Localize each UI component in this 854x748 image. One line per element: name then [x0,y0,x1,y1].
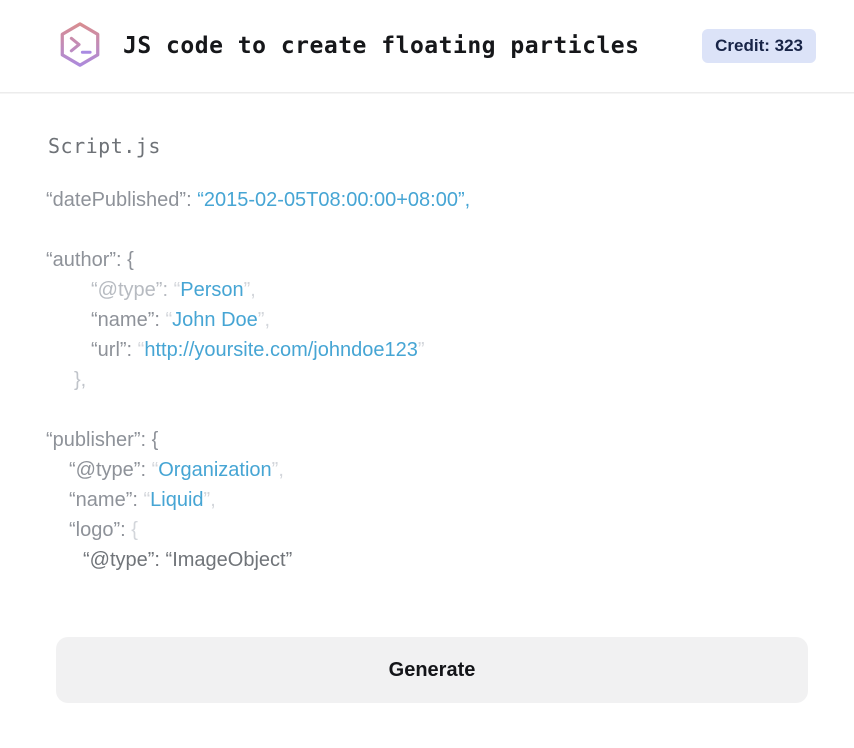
code-token: John Doe [172,309,258,331]
code-token: “logo” [69,519,121,541]
code-token: : [162,279,174,301]
code-output: “datePublished”: “2015-02-05T08:00:00+08… [46,185,814,575]
code-token: Person [180,279,244,301]
code-line: “@type”: “Person”, [46,275,814,305]
file-title: Script.js [48,134,161,158]
terminal-hexagon-icon [57,21,103,71]
code-line: }, [46,365,814,395]
code-token: “publisher” [46,429,141,451]
code-token: , [210,489,216,511]
code-line: “logo”: { [46,515,814,545]
code-token: { [131,519,138,541]
code-token: “2015-02-05T08:00:00+08:00”, [197,189,471,211]
code-token: Liquid [150,489,204,511]
header: JS code to create floating particles Cre… [0,0,854,93]
code-token: : [120,519,132,541]
code-token: }, [74,369,87,391]
code-token: “@type”: “ImageObject” [83,549,293,571]
generate-button[interactable]: Generate [56,637,808,703]
code-token: “@type” [69,459,141,481]
code-line: “name”: “Liquid”, [46,485,814,515]
code-token: : { [140,429,159,451]
code-line: “author”: { [46,245,814,275]
code-token: “name” [69,489,133,511]
code-token: ” [417,339,425,361]
code-token: Organization [158,459,272,481]
credit-badge: Credit: 323 [702,29,816,63]
code-line: “url”: “http://yoursite.com/johndoe123” [46,335,814,365]
page-title: JS code to create floating particles [123,33,640,59]
code-token: : [186,189,198,211]
code-line: “@type”: “Organization”, [46,455,814,485]
main-content: Script.js “datePublished”: “2015-02-05T0… [0,93,854,575]
code-token: , [278,459,284,481]
code-token: “datePublished” [46,189,187,211]
code-line: “datePublished”: “2015-02-05T08:00:00+08… [46,185,814,215]
code-token: http://yoursite.com/johndoe123 [144,339,418,361]
code-line: “@type”: “ImageObject” [46,545,814,575]
code-token: , [250,279,256,301]
code-token: “author” [46,249,117,271]
code-token: “@type” [91,279,163,301]
code-token: “name” [91,309,155,331]
code-token: : [140,459,152,481]
code-token: : [126,339,138,361]
code-token: : [154,309,166,331]
app-window: JS code to create floating particles Cre… [0,0,854,748]
code-token: “url” [91,339,127,361]
code-token: : [132,489,144,511]
footer: Generate [0,637,854,703]
code-line: “publisher”: { [46,425,814,455]
code-token: , [264,309,271,331]
code-token: : { [116,249,134,271]
code-line: “name”: “John Doe”, [46,305,814,335]
